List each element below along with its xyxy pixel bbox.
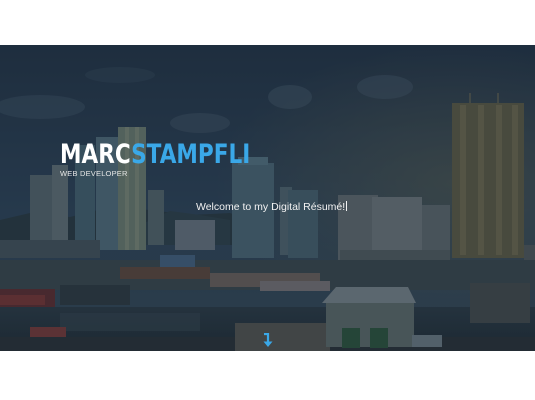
scroll-down-button[interactable] — [261, 332, 275, 349]
page: MARCSTAMPFLI WEB DEVELOPER Welcome to my… — [0, 0, 535, 400]
hero-section: MARCSTAMPFLI WEB DEVELOPER Welcome to my… — [0, 45, 535, 351]
brand-logo[interactable]: MARCSTAMPFLI WEB DEVELOPER — [60, 141, 298, 178]
welcome-text: Welcome to my Digital Résumé! — [196, 201, 346, 213]
brand-last-name: STAMPFLI — [131, 139, 251, 170]
arrow-down-icon — [263, 332, 273, 347]
brand-tagline: WEB DEVELOPER — [60, 169, 128, 178]
welcome-heading: Welcome to my Digital Résumé! — [196, 201, 348, 213]
city-background-image — [0, 45, 535, 351]
brand-name: MARCSTAMPFLI — [60, 141, 250, 168]
brand-first-name: MARC — [60, 139, 132, 170]
typing-cursor — [346, 201, 348, 211]
